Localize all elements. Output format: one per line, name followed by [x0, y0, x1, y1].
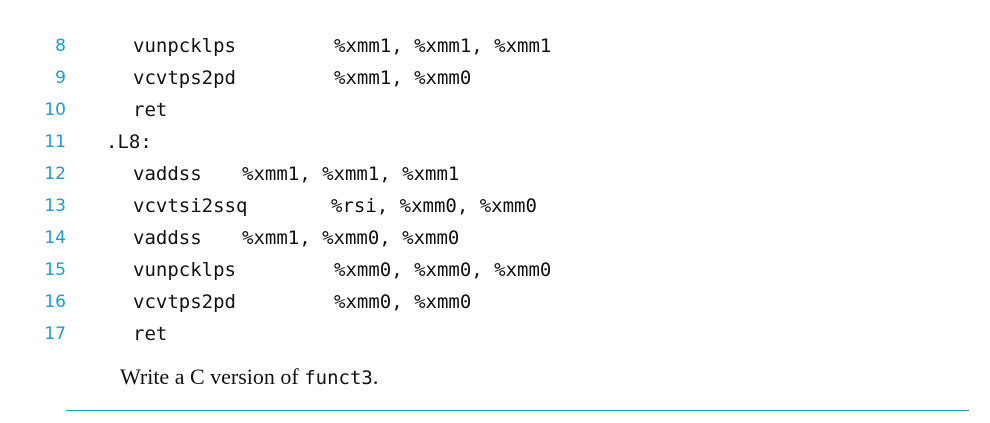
code-line-11: 11 .L8:	[0, 126, 990, 158]
line-number: 12	[44, 164, 66, 184]
instruction-mnemonic: vunpcklps	[133, 259, 236, 281]
instruction-mnemonic: vcvtsi2ssq	[133, 195, 248, 217]
line-number: 16	[44, 292, 66, 312]
instruction-mnemonic: vcvtps2pd	[133, 291, 236, 313]
code-line-16: 16 vcvtps2pd %xmm0, %xmm0	[0, 286, 990, 318]
instruction-operands: %rsi, %xmm0, %xmm0	[331, 195, 537, 217]
code-line-8: 8 vunpcklps %xmm1, %xmm1, %xmm1	[0, 30, 990, 62]
instruction-mnemonic: vcvtps2pd	[133, 67, 236, 89]
instruction-operands: %xmm0, %xmm0	[334, 291, 472, 313]
line-number: 10	[44, 100, 66, 120]
line-number: 17	[44, 324, 66, 344]
instruction-operands: %xmm1, %xmm0, %xmm0	[242, 227, 460, 249]
instruction-mnemonic: vunpcklps	[133, 35, 236, 57]
code-line-12: 12 vaddss %xmm1, %xmm1, %xmm1	[0, 158, 990, 190]
instruction-mnemonic: ret	[133, 323, 168, 345]
code-label: .L8:	[106, 131, 152, 153]
instruction-operands: %xmm1, %xmm0	[334, 67, 472, 89]
prompt-text: Write a C version of	[120, 364, 305, 389]
line-number: 8	[55, 36, 66, 56]
instruction-operands: %xmm0, %xmm0, %xmm0	[334, 259, 552, 281]
prompt-period: .	[372, 364, 379, 389]
line-number: 11	[44, 132, 66, 152]
instruction-mnemonic: vaddss	[133, 163, 202, 185]
instruction-mnemonic: vaddss	[133, 227, 202, 249]
code-line-13: 13 vcvtsi2ssq %rsi, %xmm0, %xmm0	[0, 190, 990, 222]
instruction-mnemonic: ret	[133, 99, 168, 121]
code-line-14: 14 vaddss %xmm1, %xmm0, %xmm0	[0, 222, 990, 254]
instruction-operands: %xmm1, %xmm1, %xmm1	[334, 35, 552, 57]
code-line-17: 17 ret	[0, 318, 990, 350]
section-divider	[66, 410, 969, 411]
function-name: funct3	[304, 367, 373, 389]
code-line-10: 10 ret	[0, 94, 990, 126]
line-number: 9	[55, 68, 66, 88]
line-number: 14	[44, 228, 66, 248]
line-number: 15	[44, 260, 66, 280]
code-line-9: 9 vcvtps2pd %xmm1, %xmm0	[0, 62, 990, 94]
assembly-listing: 8 vunpcklps %xmm1, %xmm1, %xmm1 9 vcvtps…	[0, 30, 990, 350]
exercise-prompt: Write a C version of funct3.	[120, 364, 378, 390]
instruction-operands: %xmm1, %xmm1, %xmm1	[242, 163, 460, 185]
line-number: 13	[44, 196, 66, 216]
code-line-15: 15 vunpcklps %xmm0, %xmm0, %xmm0	[0, 254, 990, 286]
